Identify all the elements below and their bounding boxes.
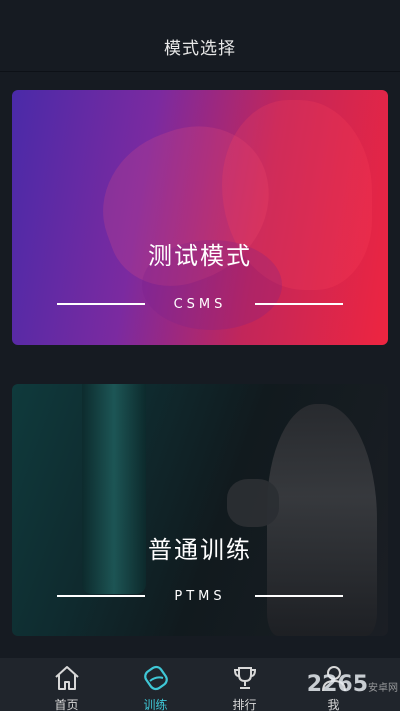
- watermark-small-text: 安卓网: [368, 683, 398, 694]
- test-mode-card[interactable]: 测试模式 CSMS: [12, 90, 388, 345]
- divider-line: [57, 595, 145, 597]
- normal-training-card[interactable]: 普通训练 PTMS: [12, 384, 388, 636]
- card-subtitle-row: CSMS: [57, 296, 343, 312]
- card-title: 普通训练: [148, 536, 252, 564]
- top-header: 模式选择: [0, 0, 400, 72]
- divider-line: [255, 595, 343, 597]
- page-title: 模式选择: [164, 39, 236, 59]
- home-icon: [54, 666, 79, 690]
- tab-ranking[interactable]: 排行: [217, 658, 273, 711]
- card-subtitle: PTMS: [174, 588, 226, 604]
- tab-label: 排行: [232, 698, 257, 711]
- tab-label: 我: [327, 698, 340, 711]
- tab-home[interactable]: 首页: [39, 658, 95, 711]
- training-icon: [143, 665, 168, 691]
- card-title: 测试模式: [148, 242, 252, 270]
- watermark-logo: 2265安卓网: [307, 672, 398, 697]
- mode-list: 测试模式 CSMS 普通训练 PTMS: [0, 72, 400, 658]
- card-subtitle: CSMS: [173, 296, 227, 312]
- tab-training[interactable]: 训练: [128, 658, 184, 711]
- boxing-glove-image: [227, 479, 279, 527]
- trophy-icon: [233, 667, 256, 689]
- card-subtitle-row: PTMS: [57, 588, 343, 604]
- divider-line: [57, 303, 145, 305]
- watermark-text: 2265: [306, 672, 368, 697]
- divider-line: [255, 303, 343, 305]
- tab-label: 训练: [143, 698, 168, 711]
- tab-label: 首页: [54, 698, 79, 711]
